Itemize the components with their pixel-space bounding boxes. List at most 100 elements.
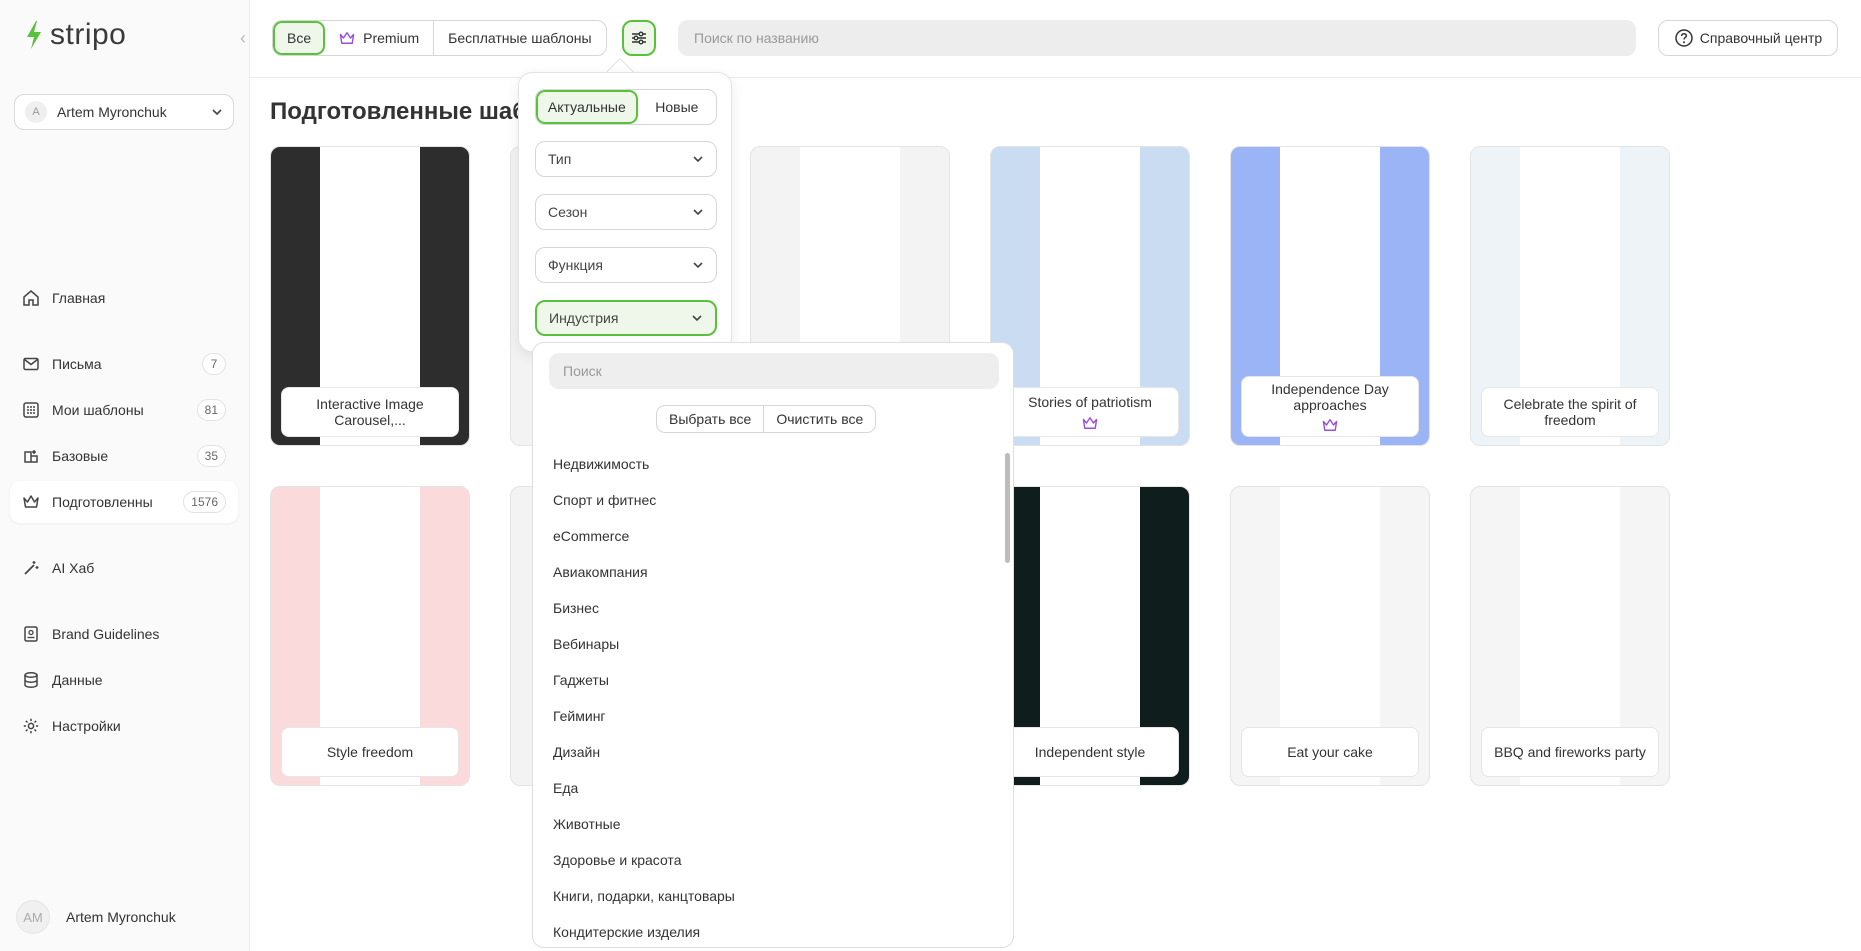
template-card[interactable]: Interactive Image Carousel,...	[270, 146, 470, 446]
sidebar: stripo ‹ A Artem Myronchuk Главная Письм…	[0, 0, 250, 951]
sidebar-item-data[interactable]: Данные	[10, 659, 238, 701]
sidebar-item-label: Подготовленны	[52, 494, 153, 510]
tab-premium[interactable]: Premium	[325, 21, 435, 55]
industry-option[interactable]: Еда	[553, 780, 578, 796]
filter-button[interactable]	[622, 20, 656, 56]
clear-all-button[interactable]: Очистить все	[764, 406, 875, 432]
template-card[interactable]: Style freedom	[270, 486, 470, 786]
template-title: BBQ and fireworks party	[1481, 727, 1659, 777]
industry-option[interactable]: Книги, подарки, канцтовары	[553, 888, 735, 904]
help-icon	[1675, 29, 1693, 47]
industry-dropdown[interactable]: Индустрия	[535, 300, 717, 336]
topbar: Все Premium Бесплатные шаблоны Поиск по …	[250, 0, 1861, 78]
industry-option[interactable]: Гаджеты	[553, 672, 609, 688]
template-title-text: Style freedom	[326, 743, 414, 760]
industry-search-input[interactable]: Поиск	[549, 353, 999, 389]
sidebar-item-label: Данные	[52, 672, 103, 688]
sliders-icon	[632, 31, 646, 45]
sidebar-item-basic[interactable]: Базовые 35	[10, 435, 238, 477]
industry-option[interactable]: Гейминг	[553, 708, 606, 724]
sidebar-item-my-templates[interactable]: Мои шаблоны 81	[10, 389, 238, 431]
function-dropdown[interactable]: Функция	[535, 247, 717, 283]
premium-crown-icon	[1082, 416, 1098, 429]
brand-name: stripo	[50, 18, 127, 51]
chevron-down-icon	[693, 209, 703, 216]
industry-option[interactable]: Животные	[553, 816, 621, 832]
account-avatar: A	[25, 101, 47, 123]
account-switcher[interactable]: A Artem Myronchuk	[14, 94, 234, 130]
toggle-new[interactable]: Новые	[638, 90, 716, 124]
industry-option[interactable]: Здоровье и красота	[553, 852, 681, 868]
template-card[interactable]: Stories of patriotism	[990, 146, 1190, 446]
template-card[interactable]: BBQ and fireworks party	[1470, 486, 1670, 786]
chevron-down-icon	[693, 262, 703, 269]
template-title-text: Independence Day approaches	[1271, 380, 1389, 413]
scrollbar[interactable]	[1005, 453, 1010, 563]
industry-options-panel: Поиск Выбрать все Очистить все Недвижимо…	[532, 342, 1014, 948]
sidebar-item-emails[interactable]: Письма 7	[10, 343, 238, 385]
industry-option[interactable]: Недвижимость	[553, 456, 649, 472]
bulk-actions: Выбрать все Очистить все	[656, 405, 877, 433]
select-all-button[interactable]: Выбрать все	[657, 406, 765, 432]
sidebar-item-brand-guidelines[interactable]: Brand Guidelines	[10, 613, 238, 655]
template-card[interactable]: Independence Day approaches	[1230, 146, 1430, 446]
type-dropdown[interactable]: Тип	[535, 141, 717, 177]
sidebar-item-home[interactable]: Главная	[10, 277, 238, 319]
template-title-text: BBQ and fireworks party	[1494, 743, 1646, 760]
template-card[interactable]: Eat your cake	[1230, 486, 1430, 786]
sidebar-item-settings[interactable]: Настройки	[10, 705, 238, 747]
sidebar-item-ai-hub[interactable]: AI Хаб	[10, 547, 238, 589]
template-title-text: Independent style	[1034, 743, 1146, 760]
help-center-label: Справочный центр	[1699, 30, 1823, 46]
template-title: Celebrate the spirit of freedom	[1481, 387, 1659, 437]
industry-option[interactable]: Дизайн	[553, 744, 600, 760]
sidebar-item-label: Письма	[52, 356, 102, 372]
database-icon	[24, 672, 38, 688]
template-title: Interactive Image Carousel,...	[281, 387, 459, 437]
tab-premium-label: Premium	[363, 30, 420, 46]
sidebar-item-prepared[interactable]: Подготовленны 1576	[10, 481, 238, 523]
tab-all[interactable]: Все	[273, 21, 326, 55]
sidebar-item-label: Главная	[52, 290, 106, 306]
sidebar-item-label: AI Хаб	[52, 560, 95, 576]
chevron-down-icon	[693, 156, 703, 163]
sidebar-item-label: Настройки	[52, 718, 121, 734]
industry-option[interactable]: Авиакомпания	[553, 564, 648, 580]
template-type-switcher: Все Premium Бесплатные шаблоны	[272, 20, 607, 56]
gear-icon	[23, 718, 39, 734]
search-input[interactable]: Поиск по названию	[678, 20, 1636, 56]
page-title: Подготовленные шаб	[270, 98, 528, 125]
premium-crown-icon	[1322, 419, 1338, 431]
tab-free[interactable]: Бесплатные шаблоны	[434, 21, 605, 55]
count-badge: 1576	[183, 491, 226, 513]
template-title: Independence Day approaches	[1241, 375, 1419, 437]
home-icon	[23, 290, 39, 306]
count-badge: 7	[202, 353, 226, 375]
industry-option[interactable]: Спорт и фитнес	[553, 492, 656, 508]
count-badge: 81	[196, 399, 226, 421]
industry-option[interactable]: Вебинары	[553, 636, 619, 652]
chevron-down-icon	[212, 109, 222, 116]
template-title: Independent style	[1001, 727, 1179, 777]
help-center-button[interactable]: Справочный центр	[1658, 20, 1838, 56]
stripo-logo[interactable]: stripo	[24, 18, 126, 52]
template-card[interactable]: Celebrate the spirit of freedom	[1470, 146, 1670, 446]
toggle-popular[interactable]: Актуальные	[536, 90, 638, 124]
industry-option[interactable]: eCommerce	[553, 528, 629, 544]
template-card[interactable]: Independent style	[990, 486, 1190, 786]
brand-book-icon	[24, 626, 38, 642]
crown-icon	[23, 495, 39, 508]
collapse-sidebar-icon[interactable]: ‹	[240, 28, 246, 49]
dropdown-label: Сезон	[548, 204, 588, 220]
user-profile[interactable]: AM Artem Myronchuk	[16, 900, 176, 934]
template-title: Eat your cake	[1241, 727, 1419, 777]
sidebar-item-label: Brand Guidelines	[52, 626, 160, 642]
dropdown-label: Функция	[548, 257, 603, 273]
template-title-text: Celebrate the spirit of freedom	[1503, 395, 1637, 428]
dropdown-label: Тип	[548, 151, 572, 167]
industry-option[interactable]: Бизнес	[553, 600, 599, 616]
season-dropdown[interactable]: Сезон	[535, 194, 717, 230]
sidebar-item-label: Базовые	[52, 448, 109, 464]
industry-option[interactable]: Кондитерские изделия	[553, 924, 700, 940]
magic-wand-icon	[24, 561, 39, 575]
